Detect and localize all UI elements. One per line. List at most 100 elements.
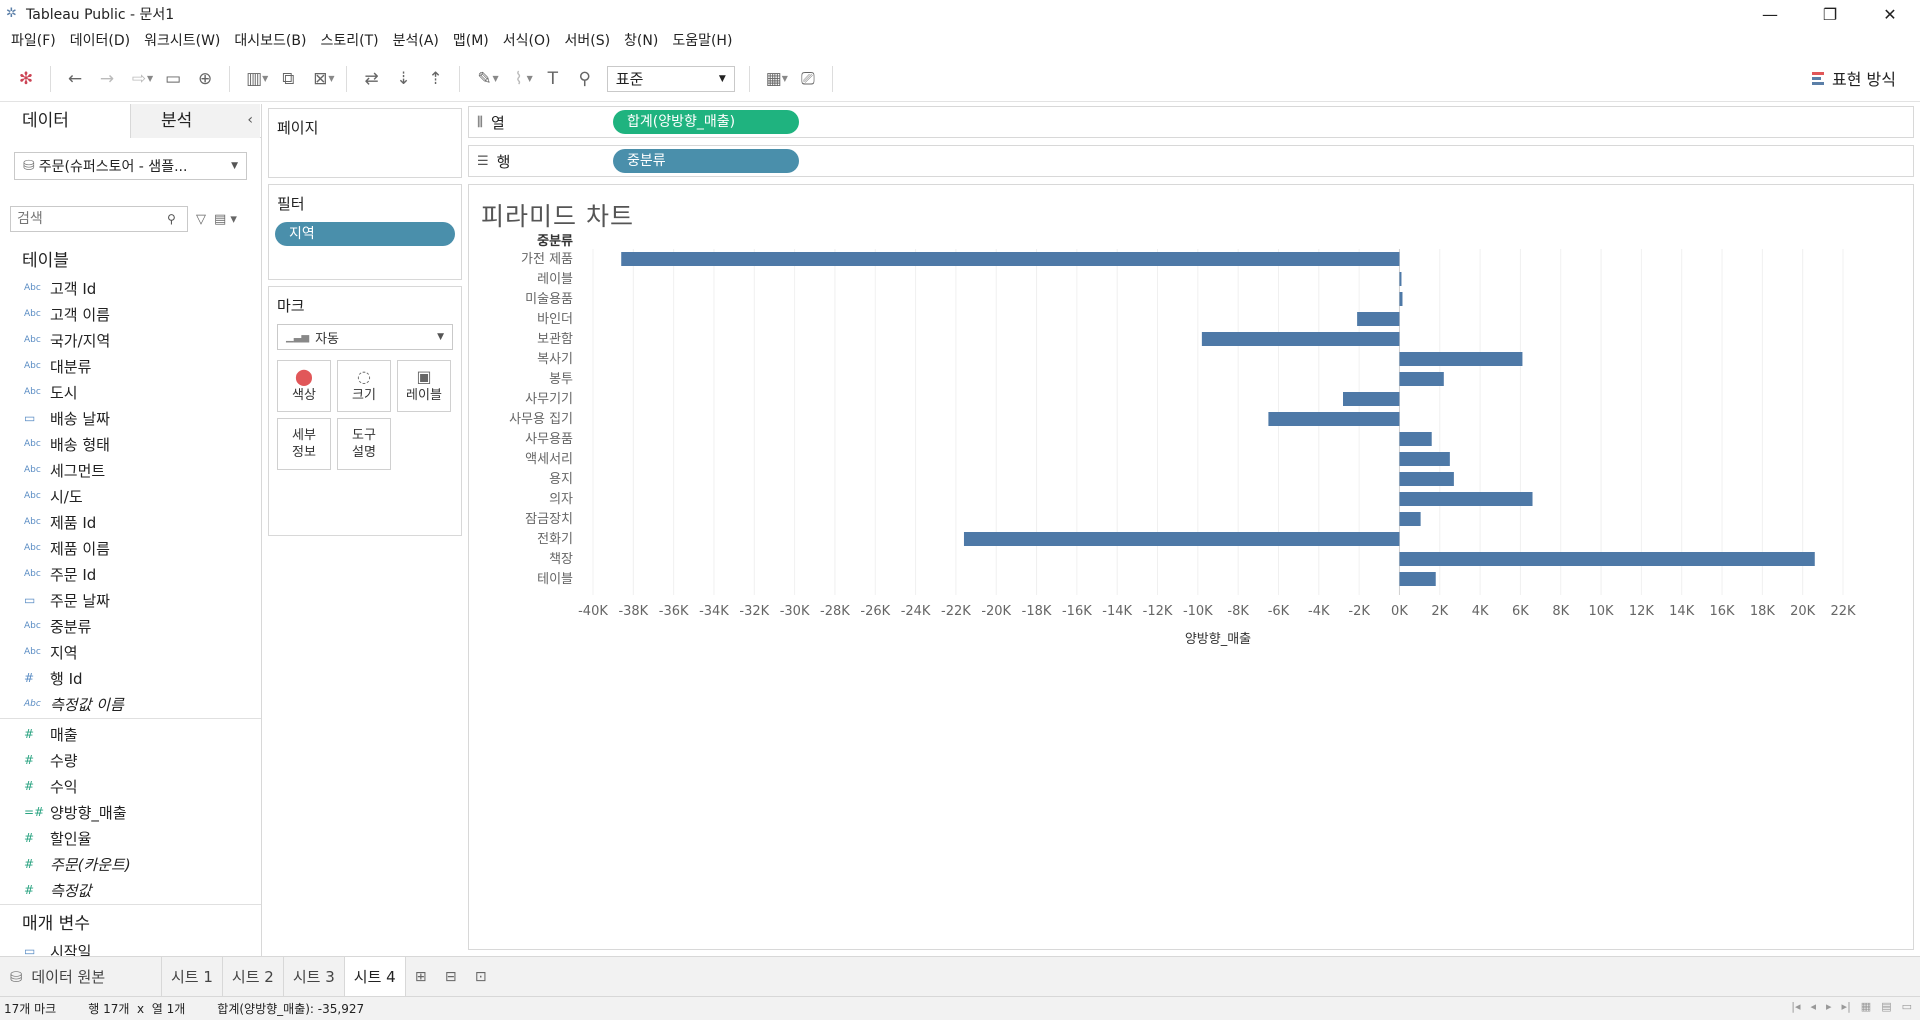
minimize-button[interactable]: — xyxy=(1740,0,1800,28)
first-sheet-icon[interactable]: |◂ xyxy=(1791,1000,1800,1013)
dimension-field[interactable]: Abc 제품 이름 xyxy=(0,535,261,561)
dimension-field[interactable]: ▭ 주문 날짜 xyxy=(0,587,261,613)
measure-field[interactable]: # 수익 xyxy=(0,773,261,799)
measure-field[interactable]: =# 양방향_매출 xyxy=(0,799,261,825)
chevron-down-icon[interactable]: ▼ xyxy=(147,74,153,83)
menu-item[interactable]: 대시보드(B) xyxy=(227,28,313,54)
bar[interactable] xyxy=(621,252,1400,266)
measure-field[interactable]: # 측정값 xyxy=(0,877,261,903)
presentation-mode-icon[interactable]: ⎚ xyxy=(792,63,824,95)
measure-field[interactable]: # 매출 xyxy=(0,721,261,747)
dimension-field[interactable]: Abc 지역 xyxy=(0,639,261,665)
chevron-down-icon[interactable]: ▼ xyxy=(262,74,268,83)
swap-icon[interactable]: ⇄ xyxy=(355,63,387,95)
dimension-field[interactable]: Abc 측정값 이름 xyxy=(0,691,261,717)
bar[interactable] xyxy=(1357,312,1400,326)
dimension-field[interactable]: Abc 대분류 xyxy=(0,353,261,379)
bar[interactable] xyxy=(1201,332,1400,346)
pages-shelf[interactable]: 페이지 xyxy=(268,108,462,178)
sheet-tab[interactable]: 시트 3 xyxy=(284,956,345,997)
rows-pill[interactable]: 중분류 xyxy=(613,149,799,173)
save-icon[interactable]: ▭ xyxy=(157,63,189,95)
tab-view-icon[interactable]: ▭ xyxy=(1902,1000,1912,1013)
show-me-button[interactable]: 표현 방식 xyxy=(1812,66,1896,90)
sort-ascending-icon[interactable]: ⇣ xyxy=(387,63,419,95)
bar[interactable] xyxy=(1343,392,1400,406)
search-icon[interactable]: ⚲ xyxy=(167,212,176,226)
pin-icon[interactable]: ⚲ xyxy=(569,63,601,95)
prev-sheet-icon[interactable]: ◂ xyxy=(1810,1000,1816,1013)
grid-view-icon[interactable]: ▦ xyxy=(1861,1000,1871,1013)
bar[interactable] xyxy=(1399,372,1444,386)
tableau-home-icon[interactable]: ✻ xyxy=(10,63,42,95)
bar[interactable] xyxy=(1399,552,1815,566)
menu-item[interactable]: 맵(M) xyxy=(446,28,496,54)
mark-type-select[interactable]: ▁▃▅ 자동 ▼ xyxy=(277,324,453,350)
dimension-field[interactable]: Abc 배송 형태 xyxy=(0,431,261,457)
chevron-down-icon[interactable]: ▼ xyxy=(492,74,498,83)
menu-item[interactable]: 스토리(T) xyxy=(313,28,385,54)
text-label-icon[interactable]: T xyxy=(537,63,569,95)
dimension-field[interactable]: ▭ 배송 날짜 xyxy=(0,405,261,431)
label-mark-button[interactable]: ▣ 레이블 xyxy=(397,360,451,412)
dimension-field[interactable]: Abc 시/도 xyxy=(0,483,261,509)
filter-icon[interactable]: ▽ xyxy=(196,212,206,227)
filmstrip-view-icon[interactable]: ▤ xyxy=(1881,1000,1891,1013)
dimension-field[interactable]: # 행 Id xyxy=(0,665,261,691)
bar[interactable] xyxy=(1399,572,1436,586)
chevron-down-icon[interactable]: ▼ xyxy=(527,74,533,83)
filters-shelf[interactable]: 필터 지역 xyxy=(268,184,462,280)
last-sheet-icon[interactable]: ▸| xyxy=(1842,1000,1851,1013)
new-datasource-icon[interactable]: ⊕ xyxy=(189,63,221,95)
fit-select[interactable]: 표준 ▼ xyxy=(606,65,735,92)
bar[interactable] xyxy=(1399,452,1450,466)
measure-field[interactable]: # 할인율 xyxy=(0,825,261,851)
chevron-down-icon[interactable]: ▼ xyxy=(328,74,334,83)
measure-field[interactable]: # 수량 xyxy=(0,747,261,773)
duplicate-sheet-icon[interactable]: ⧉ xyxy=(272,63,304,95)
filter-pill-region[interactable]: 지역 xyxy=(275,222,455,246)
measure-field[interactable]: # 주문(카운트) xyxy=(0,851,261,877)
dimension-field[interactable]: Abc 주문 Id xyxy=(0,561,261,587)
bar[interactable] xyxy=(1399,272,1402,286)
bar[interactable] xyxy=(1399,472,1454,486)
search-input[interactable] xyxy=(17,211,167,227)
dimension-field[interactable]: Abc 중분류 xyxy=(0,613,261,639)
rows-shelf[interactable]: ☰ 행 중분류 xyxy=(468,145,1914,177)
sheet-tab[interactable]: 시트 2 xyxy=(223,956,284,997)
new-worksheet-tab-icon[interactable]: ⊞ xyxy=(406,957,436,997)
bar[interactable] xyxy=(1399,432,1432,446)
new-story-tab-icon[interactable]: ⊡ xyxy=(466,957,496,997)
sort-descending-icon[interactable]: ⇡ xyxy=(419,63,451,95)
chevron-down-icon[interactable]: ▼ xyxy=(782,74,788,83)
menu-item[interactable]: 서버(S) xyxy=(557,28,617,54)
color-mark-button[interactable]: ⬤ 색상 xyxy=(277,360,331,412)
tab-data-source[interactable]: ⛁ 데이터 원본 xyxy=(0,956,162,997)
menu-item[interactable]: 창(N) xyxy=(617,28,665,54)
bar[interactable] xyxy=(963,532,1400,546)
dimension-field[interactable]: Abc 고객 Id xyxy=(0,275,261,301)
columns-shelf[interactable]: ⫼ 열 합계(양방향_매출) xyxy=(468,106,1914,138)
dimension-field[interactable]: Abc 고객 이름 xyxy=(0,301,261,327)
new-dashboard-tab-icon[interactable]: ⊟ xyxy=(436,957,466,997)
redo-icon[interactable]: → xyxy=(91,63,123,95)
dimension-field[interactable]: Abc 제품 Id xyxy=(0,509,261,535)
dimension-field[interactable]: Abc 도시 xyxy=(0,379,261,405)
next-sheet-icon[interactable]: ▸ xyxy=(1826,1000,1832,1013)
close-button[interactable]: ✕ xyxy=(1860,0,1920,28)
menu-item[interactable]: 데이터(D) xyxy=(63,28,137,54)
menu-item[interactable]: 파일(F) xyxy=(4,28,63,54)
menu-item[interactable]: 서식(O) xyxy=(496,28,558,54)
dimension-field[interactable]: Abc 국가/지역 xyxy=(0,327,261,353)
bar[interactable] xyxy=(1399,292,1403,306)
datasource-select[interactable]: ⛁ 주문(슈퍼스토어 - 샘플... ▼ xyxy=(14,152,247,180)
undo-icon[interactable]: ← xyxy=(59,63,91,95)
bar[interactable] xyxy=(1268,412,1400,426)
worksheet-view[interactable]: 피라미드 차트 중분류 가전 제품 레이블 미술용품 바인더 보관함 복사기 봉투 사무기기 사무… xyxy=(468,184,1914,950)
size-mark-button[interactable]: ◌ 크기 xyxy=(337,360,391,412)
bar[interactable] xyxy=(1399,352,1523,366)
menu-item[interactable]: 워크시트(W) xyxy=(137,28,227,54)
sheet-tab[interactable]: 시트 1 xyxy=(162,956,223,997)
tooltip-mark-button[interactable]: 도구 설명 xyxy=(337,418,391,470)
columns-pill[interactable]: 합계(양방향_매출) xyxy=(613,110,799,134)
